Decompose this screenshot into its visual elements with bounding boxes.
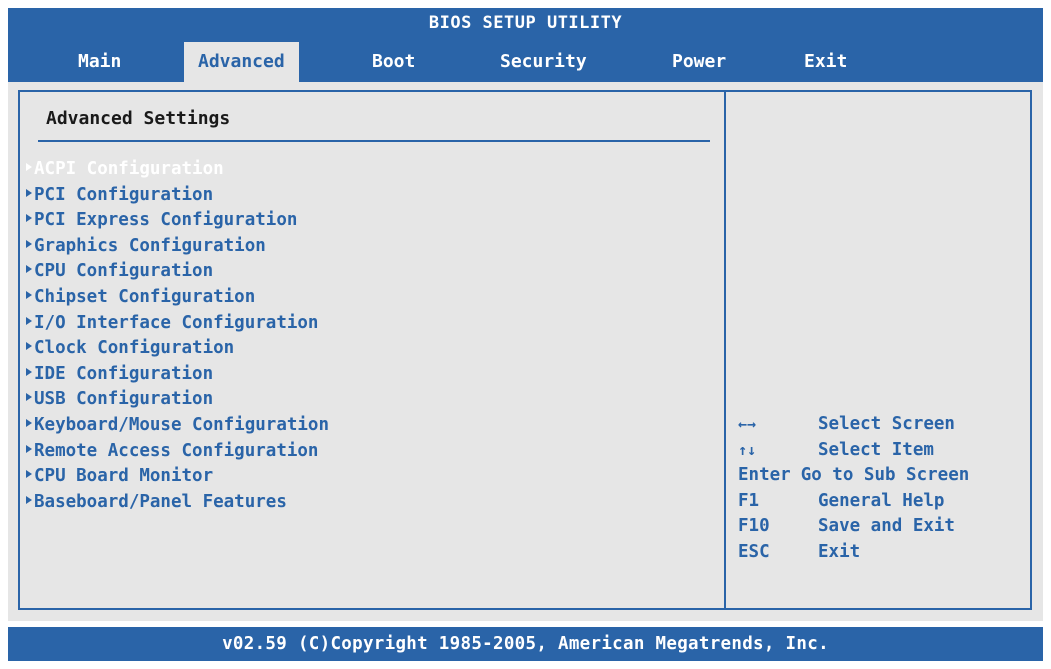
help-row-go-to-sub-screen: Enter Go to Sub Screen xyxy=(738,463,969,489)
tab-security[interactable]: Security xyxy=(492,42,595,82)
menu-item-label: Chipset Configuration xyxy=(34,286,256,307)
menu-item-label: Remote Access Configuration xyxy=(34,440,319,461)
copyright-text: v02.59 (C)Copyright 1985-2005, American … xyxy=(222,634,829,654)
submenu-arrow-icon xyxy=(26,316,32,325)
menu-item-label: Clock Configuration xyxy=(34,338,235,359)
menu-item-pci-configuration[interactable]: PCI Configuration xyxy=(26,183,329,209)
menu-item-remote-access-configuration[interactable]: Remote Access Configuration xyxy=(26,439,329,465)
help-desc: General Help xyxy=(818,490,945,511)
menu-item-label: ACPI Configuration xyxy=(34,159,224,179)
key-help-legend: ←→ Select Screen ↑↓ Select Item Enter Go to… xyxy=(738,412,969,566)
tab-exit[interactable]: Exit xyxy=(796,42,855,82)
tab-bar: Main Advanced Boot Security Power Exit xyxy=(8,38,1043,82)
submenu-arrow-icon xyxy=(26,342,32,351)
left-right-arrows-icon: ←→ xyxy=(738,415,757,433)
help-desc: Save and Exit xyxy=(818,516,955,537)
menu-item-baseboard-panel-features[interactable]: Baseboard/Panel Features xyxy=(26,490,329,516)
panel-divider xyxy=(724,90,726,610)
bios-title-bar: BIOS SETUP UTILITY xyxy=(8,8,1043,38)
help-row-general-help: F1 General Help xyxy=(738,489,969,515)
section-title: Advanced Settings xyxy=(46,108,231,129)
menu-item-clock-configuration[interactable]: Clock Configuration xyxy=(26,336,329,362)
submenu-arrow-icon xyxy=(26,495,32,504)
tab-main[interactable]: Main xyxy=(70,42,129,82)
help-desc: Select Item xyxy=(818,439,934,460)
advanced-menu: ACPI Configuration PCI Configuration PCI… xyxy=(26,157,329,515)
submenu-arrow-icon xyxy=(26,163,32,171)
submenu-arrow-icon xyxy=(26,444,32,453)
help-key: F10 xyxy=(738,516,770,537)
help-row-select-item: ↑↓ Select Item xyxy=(738,438,969,464)
help-desc: Go to Sub Screen xyxy=(800,465,970,486)
menu-item-chipset-configuration[interactable]: Chipset Configuration xyxy=(26,285,329,311)
submenu-arrow-icon xyxy=(26,188,32,197)
help-key: ESC xyxy=(738,541,770,562)
submenu-arrow-icon xyxy=(26,470,32,479)
menu-item-usb-configuration[interactable]: USB Configuration xyxy=(26,387,329,413)
help-key: F1 xyxy=(738,490,760,511)
menu-item-label: PCI Configuration xyxy=(34,184,214,205)
tab-power[interactable]: Power xyxy=(664,42,734,82)
menu-item-label: Baseboard/Panel Features xyxy=(34,491,287,512)
submenu-arrow-icon xyxy=(26,239,32,248)
menu-item-pci-express-configuration[interactable]: PCI Express Configuration xyxy=(26,208,329,234)
menu-item-label: CPU Configuration xyxy=(34,261,214,282)
help-row-select-screen: ←→ Select Screen xyxy=(738,412,969,438)
menu-item-ide-configuration[interactable]: IDE Configuration xyxy=(26,362,329,388)
bios-screen: BIOS SETUP UTILITY Main Advanced Boot Se… xyxy=(0,0,1051,669)
menu-item-cpu-configuration[interactable]: CPU Configuration xyxy=(26,259,329,285)
settings-panel: Advanced Settings ACPI Configuration PCI… xyxy=(8,82,1043,621)
menu-item-cpu-board-monitor[interactable]: CPU Board Monitor xyxy=(26,464,329,490)
menu-item-label: Graphics Configuration xyxy=(34,235,266,256)
menu-item-io-interface-configuration[interactable]: I/O Interface Configuration xyxy=(26,311,329,337)
menu-item-acpi-configuration[interactable]: ACPI Configuration xyxy=(26,157,329,183)
help-desc: Select Screen xyxy=(818,414,955,434)
help-desc: Exit xyxy=(818,541,861,562)
section-title-rule xyxy=(38,140,710,142)
menu-item-label: PCI Express Configuration xyxy=(34,210,298,231)
submenu-arrow-icon xyxy=(26,418,32,427)
menu-item-graphics-configuration[interactable]: Graphics Configuration xyxy=(26,234,329,260)
up-down-arrows-icon: ↑↓ xyxy=(738,440,757,459)
menu-item-keyboard-mouse-configuration[interactable]: Keyboard/Mouse Configuration xyxy=(26,413,329,439)
help-row-save-and-exit: F10 Save and Exit xyxy=(738,514,969,540)
submenu-arrow-icon xyxy=(26,290,32,299)
menu-item-label: IDE Configuration xyxy=(34,363,214,384)
menu-item-label: I/O Interface Configuration xyxy=(34,312,319,333)
menu-item-label: Keyboard/Mouse Configuration xyxy=(34,414,330,435)
tab-advanced[interactable]: Advanced xyxy=(184,42,299,82)
submenu-arrow-icon xyxy=(26,393,32,402)
menu-item-label: CPU Board Monitor xyxy=(34,466,214,487)
submenu-arrow-icon xyxy=(26,367,32,376)
help-row-exit: ESC Exit xyxy=(738,540,969,566)
submenu-arrow-icon xyxy=(26,265,32,274)
menu-item-label: USB Configuration xyxy=(34,389,214,410)
submenu-arrow-icon xyxy=(26,214,32,223)
help-key: Enter xyxy=(738,465,791,486)
tab-boot[interactable]: Boot xyxy=(364,42,423,82)
copyright-footer: v02.59 (C)Copyright 1985-2005, American … xyxy=(8,627,1043,661)
bios-title: BIOS SETUP UTILITY xyxy=(428,13,623,33)
